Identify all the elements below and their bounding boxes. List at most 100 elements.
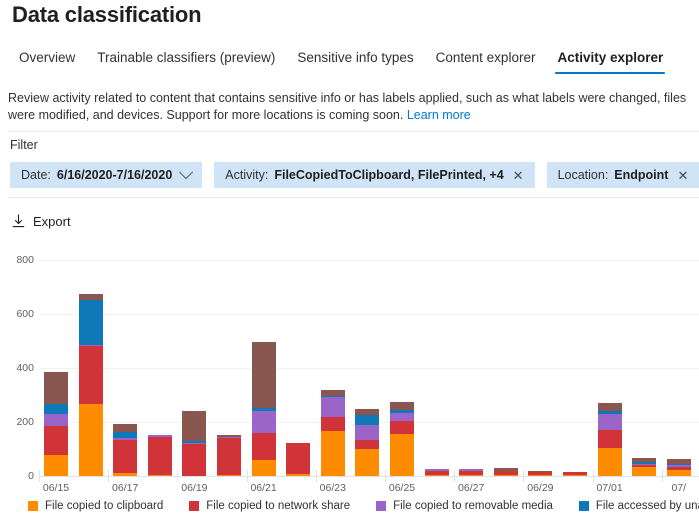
bar-segment[interactable] xyxy=(320,397,345,417)
tab-overview[interactable]: Overview xyxy=(8,48,86,67)
tab-content-explorer[interactable]: Content explorer xyxy=(425,48,547,67)
tab-trainable-classifiers-preview[interactable]: Trainable classifiers (preview) xyxy=(86,48,286,67)
legend-color-swatch xyxy=(28,501,38,511)
legend-item[interactable]: File copied to clipboard xyxy=(28,500,163,512)
bar-segment[interactable] xyxy=(355,414,380,425)
chart-bar[interactable] xyxy=(147,435,172,476)
chart-bar[interactable] xyxy=(459,469,484,476)
bar-segment[interactable] xyxy=(424,474,449,476)
bar-segment[interactable] xyxy=(44,372,68,405)
page-description-text: Review activity related to content that … xyxy=(8,91,687,122)
x-axis-tick-mark xyxy=(108,470,110,482)
filter-pill-location[interactable]: Location: Endpoint ✕ xyxy=(546,162,699,188)
bar-segment[interactable] xyxy=(632,467,657,476)
legend-item[interactable]: File copied to removable media xyxy=(376,500,553,512)
chart-bar[interactable] xyxy=(493,468,518,476)
bar-segment[interactable] xyxy=(563,474,587,476)
x-axis-tick-mark xyxy=(315,470,317,482)
bar-segment[interactable] xyxy=(78,346,103,405)
bar-segment[interactable] xyxy=(286,443,311,474)
bar-segment[interactable] xyxy=(390,421,414,435)
bar-segment[interactable] xyxy=(597,447,622,476)
bar-segment[interactable] xyxy=(597,414,622,430)
bar-segment[interactable] xyxy=(113,423,138,432)
tab-activity-explorer[interactable]: Activity explorer xyxy=(546,48,674,74)
close-icon[interactable]: ✕ xyxy=(513,169,524,182)
activity-explorer-page: Data classification Overview Trainable cl… xyxy=(0,0,699,516)
bar-segment[interactable] xyxy=(251,411,276,433)
chevron-down-icon[interactable] xyxy=(179,165,194,180)
bar-segment[interactable] xyxy=(597,429,622,448)
bar-segment[interactable] xyxy=(44,454,68,476)
bar-segment[interactable] xyxy=(355,440,380,449)
bar-segment[interactable] xyxy=(528,474,553,476)
x-axis-tick-label: 06/21 xyxy=(250,482,277,494)
tab-sensitive-info-types[interactable]: Sensitive info types xyxy=(286,48,424,67)
chart-bar[interactable] xyxy=(44,372,68,476)
bar-segment[interactable] xyxy=(44,404,68,415)
chart-bar[interactable] xyxy=(286,443,311,476)
chart-bar[interactable] xyxy=(251,341,276,476)
chart-bar[interactable] xyxy=(424,469,449,476)
chart-bar[interactable] xyxy=(666,459,691,476)
filter-pill-key: Location: xyxy=(557,168,609,182)
bar-segment[interactable] xyxy=(147,436,172,475)
bar-segment[interactable] xyxy=(459,474,484,476)
close-icon[interactable]: ✕ xyxy=(677,169,688,182)
y-axis-tick-label: 600 xyxy=(16,308,34,320)
filter-pill-date[interactable]: Date: 6/16/2020-7/16/2020 xyxy=(10,162,203,188)
bar-segment[interactable] xyxy=(320,431,345,476)
bar-segment[interactable] xyxy=(666,470,691,476)
chart-bar[interactable] xyxy=(528,470,553,476)
x-axis-tick-label: 06/19 xyxy=(181,482,208,494)
x-axis-tick-label: 07/01 xyxy=(596,482,623,494)
legend-item[interactable]: File copied to network share xyxy=(189,500,350,512)
bar-segment[interactable] xyxy=(217,474,241,476)
chart-bar[interactable] xyxy=(563,471,587,476)
bar-segment[interactable] xyxy=(78,299,103,345)
legend-color-swatch xyxy=(376,501,387,511)
filter-pill-activity[interactable]: Activity: FileCopiedToClipboard, FilePrin… xyxy=(214,162,535,188)
bar-segment[interactable] xyxy=(286,473,311,476)
chart-bar[interactable] xyxy=(182,410,207,476)
tab-bar: Overview Trainable classifiers (preview) S… xyxy=(8,48,674,76)
x-axis-tick-label: 06/25 xyxy=(388,482,416,494)
bar-segment[interactable] xyxy=(355,449,380,476)
export-button[interactable]: Export xyxy=(12,209,71,233)
bar-segment[interactable] xyxy=(182,410,207,441)
bar-segment[interactable] xyxy=(182,444,207,476)
chart-bar[interactable] xyxy=(355,408,380,476)
chart-bar[interactable] xyxy=(597,402,622,476)
bar-segment[interactable] xyxy=(390,402,414,410)
bar-segment[interactable] xyxy=(251,432,276,460)
chart-bar[interactable] xyxy=(390,402,414,476)
bar-segment[interactable] xyxy=(147,474,172,476)
bar-segment[interactable] xyxy=(78,404,103,476)
chart-bar[interactable] xyxy=(320,390,345,476)
bar-segment[interactable] xyxy=(597,402,622,411)
chart-bar[interactable] xyxy=(78,294,103,476)
bar-segment[interactable] xyxy=(217,438,241,475)
chart-plot-area: 0 200 400 600 800 06/15 06/17 06/19 06/21 06/23 06… xyxy=(16,250,699,494)
x-axis-tick-label: 06/27 xyxy=(458,482,485,494)
bar-segment[interactable] xyxy=(390,434,414,476)
filter-pill-value: Endpoint xyxy=(614,168,669,182)
learn-more-link[interactable]: Learn more xyxy=(407,108,471,122)
chart-bar[interactable] xyxy=(113,423,138,476)
y-axis-tick-label: 0 xyxy=(28,470,34,482)
bar-segment[interactable] xyxy=(251,341,276,408)
chart-bar[interactable] xyxy=(632,458,657,476)
bar-segment[interactable] xyxy=(355,424,380,441)
bar-segment[interactable] xyxy=(251,459,276,476)
x-axis-tick-mark xyxy=(454,470,456,482)
bar-segment[interactable] xyxy=(44,425,68,455)
chart-bar[interactable] xyxy=(217,435,241,476)
bar-segment[interactable] xyxy=(44,414,68,426)
bar-segment[interactable] xyxy=(493,474,518,476)
bar-segment[interactable] xyxy=(113,440,138,473)
bar-segment[interactable] xyxy=(320,416,345,432)
bar-segment[interactable] xyxy=(113,472,138,476)
bar-segment[interactable] xyxy=(390,413,414,422)
legend-color-swatch xyxy=(189,501,200,511)
legend-item[interactable]: File accessed by unallowed app xyxy=(578,500,699,512)
